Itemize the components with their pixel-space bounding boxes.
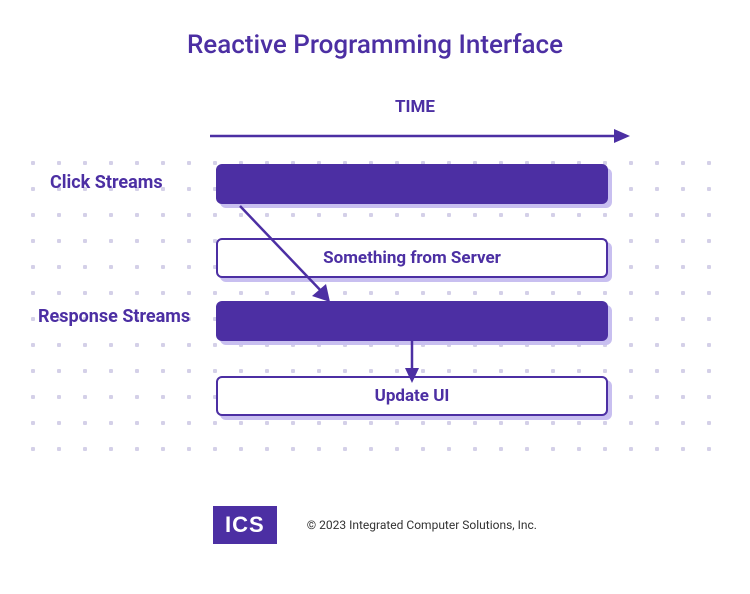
time-axis-arrow-icon [210,126,630,146]
copyright-text: © 2023 Integrated Computer Solutions, In… [307,518,537,532]
footer: ICS © 2023 Integrated Computer Solutions… [0,506,750,544]
response-streams-label: Response Streams [38,306,190,327]
click-streams-label: Click Streams [50,172,163,193]
response-streams-bar [216,301,608,341]
diagram-title: Reactive Programming Interface [0,30,750,60]
update-ui-box: Update UI [216,376,608,416]
ics-logo: ICS [213,506,277,544]
time-axis-label: TIME [215,97,615,117]
something-from-server-box: Something from Server [216,238,608,278]
click-streams-bar [216,164,608,204]
